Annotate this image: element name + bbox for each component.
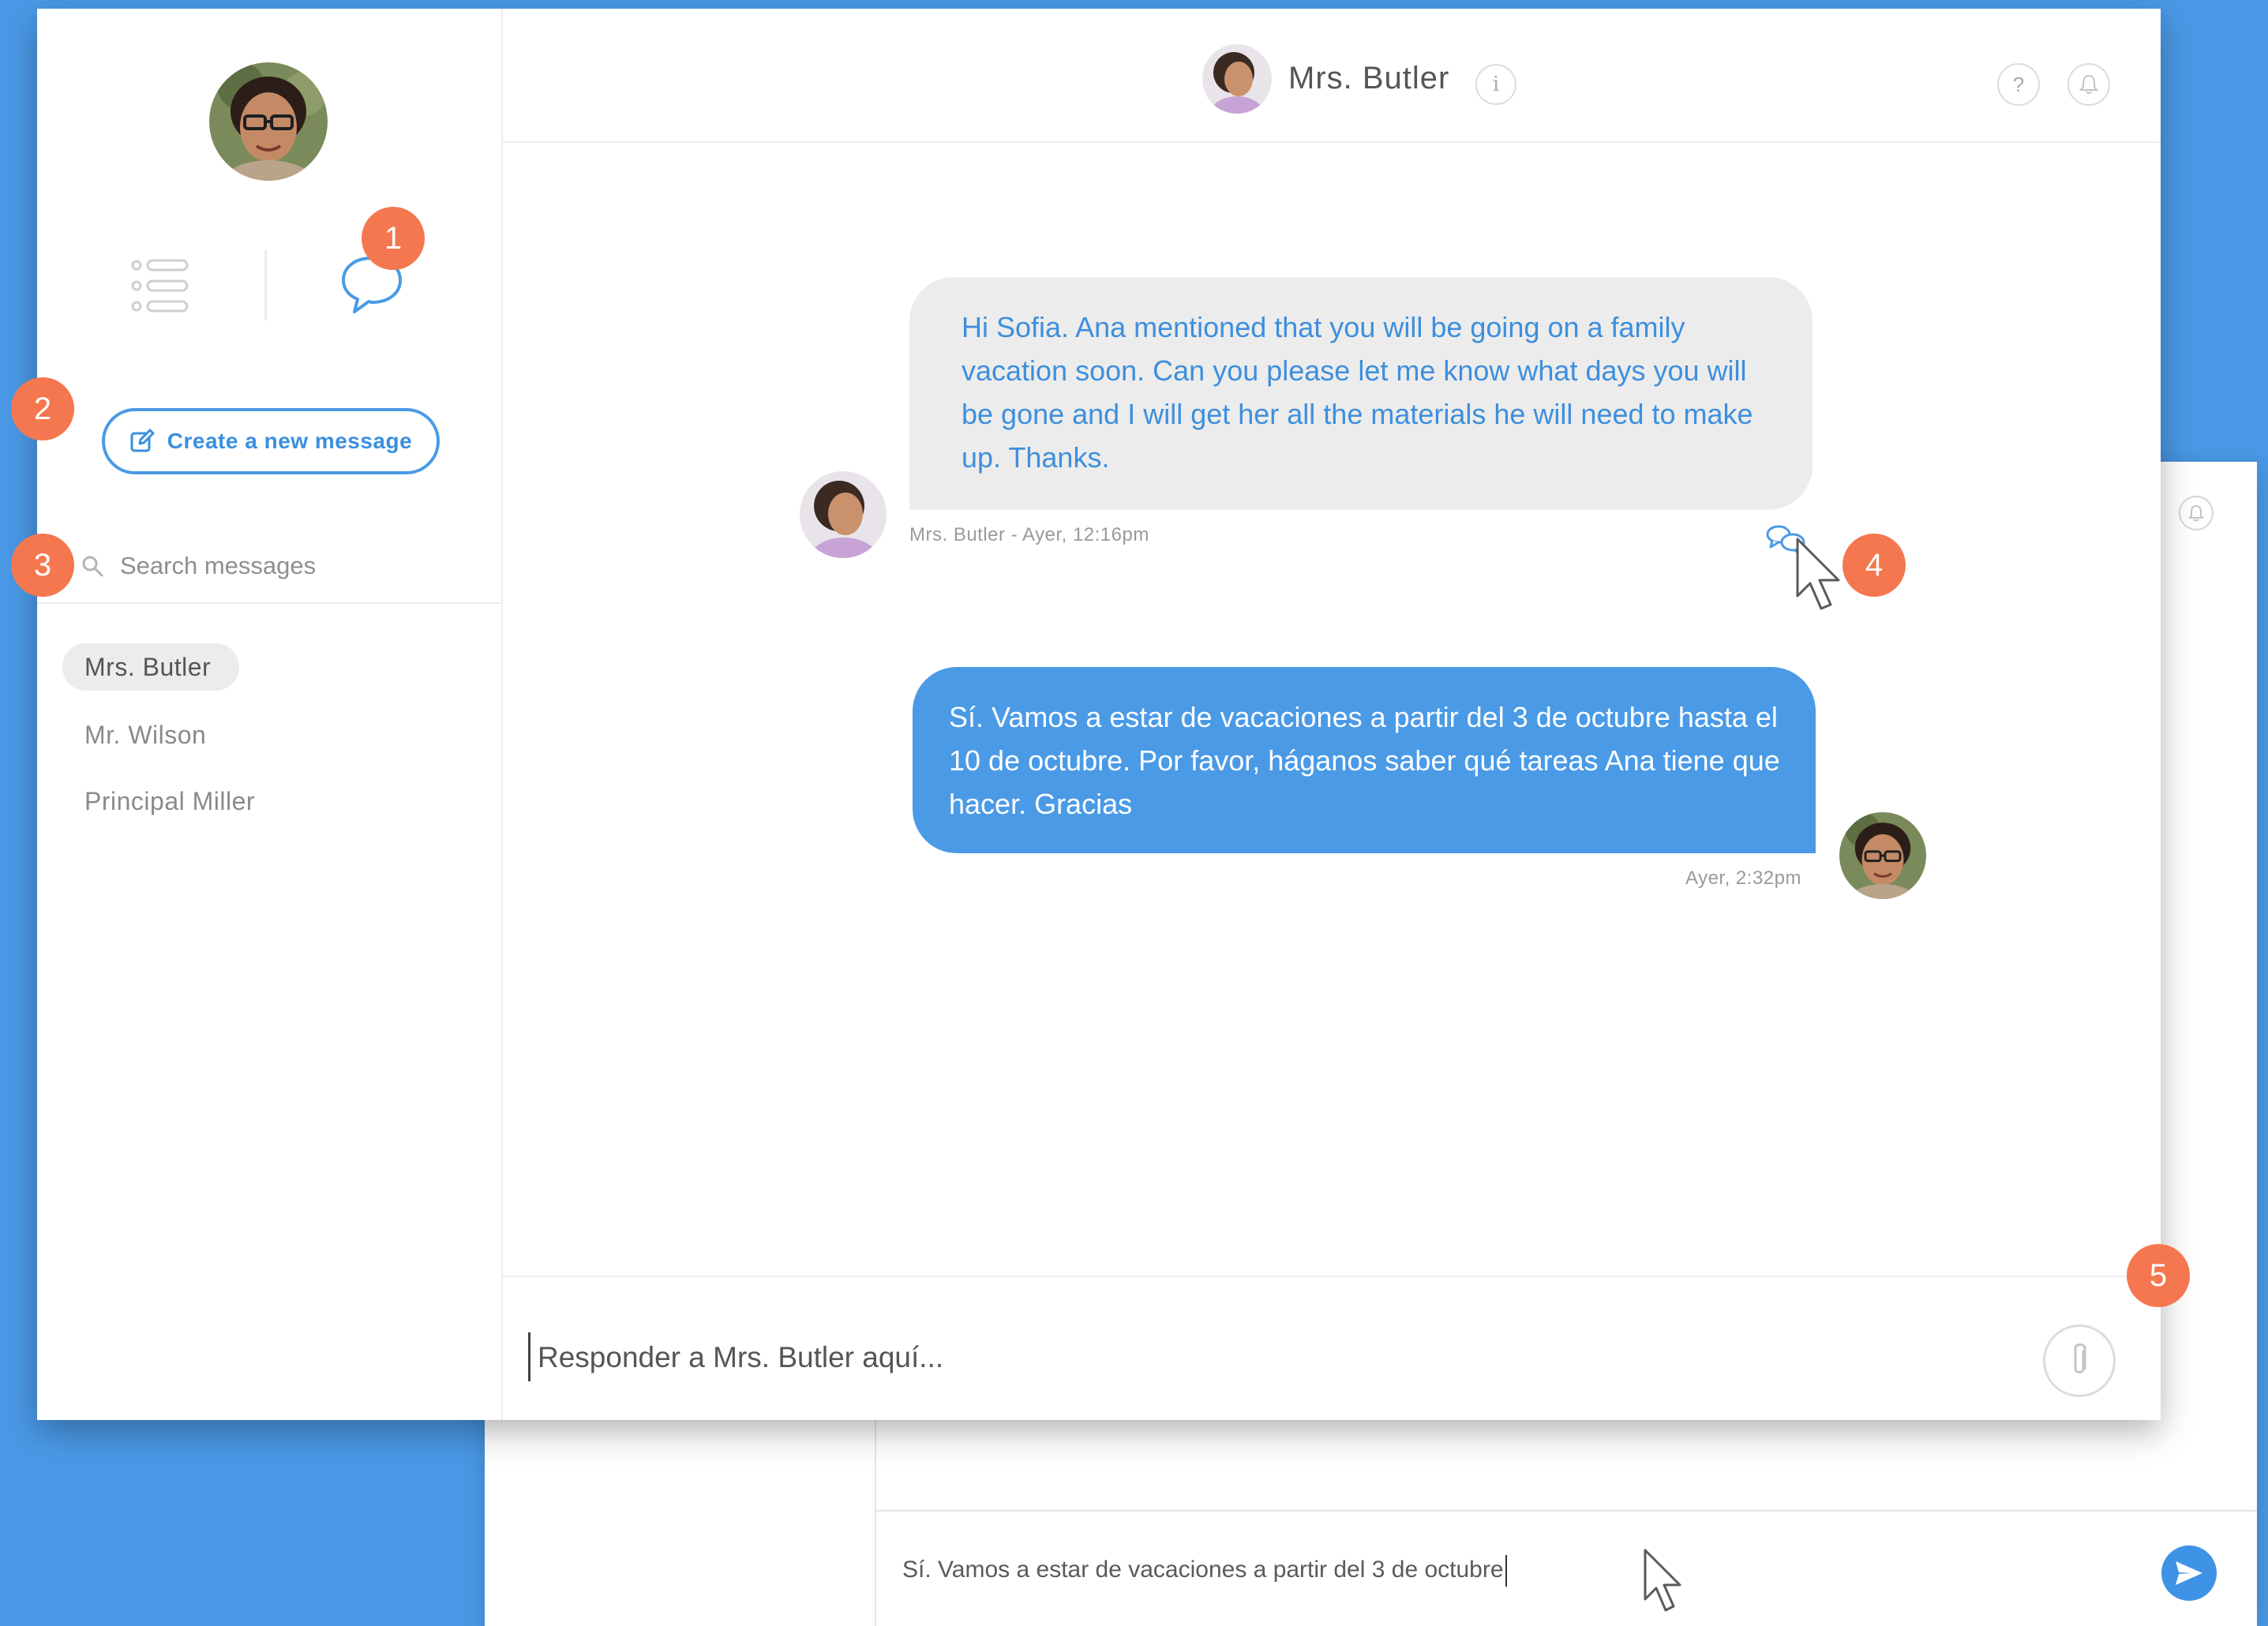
bell-icon[interactable]: [2067, 63, 2110, 106]
user-avatar[interactable]: [209, 62, 328, 181]
sidebar-divider: [37, 602, 501, 604]
send-icon: [2176, 1561, 2202, 1585]
search-icon: [82, 556, 103, 577]
contact-mrs-butler[interactable]: Mrs. Butler: [62, 643, 240, 691]
nav-separator: [264, 249, 267, 320]
main-window: Create a new message Mrs. Butler Mr. Wil…: [37, 9, 2161, 1420]
reply-input[interactable]: [536, 1329, 2039, 1386]
contact-avatar[interactable]: [1202, 44, 1272, 114]
paperclip-icon: [2074, 1343, 2086, 1373]
message-text: Sí. Vamos a estar de vacaciones a partir…: [949, 701, 1780, 820]
text-caret: [528, 1332, 530, 1381]
message-timestamp: Mrs. Butler - Ayer, 12:16pm: [909, 524, 1149, 545]
callout-badge-4: 4: [1843, 534, 1906, 597]
contact-name: Mrs. Butler: [84, 652, 212, 681]
sender-avatar: [800, 471, 887, 558]
outgoing-message-bubble[interactable]: Sí. Vamos a estar de vacaciones a partir…: [913, 667, 1816, 853]
contact-mr-wilson[interactable]: Mr. Wilson: [62, 711, 234, 759]
message-timestamp: Ayer, 2:32pm: [1685, 867, 1801, 889]
search-input[interactable]: [118, 551, 453, 581]
mouse-cursor-icon: [1794, 536, 1845, 619]
send-button[interactable]: [2161, 1545, 2217, 1601]
contact-name: Mr. Wilson: [84, 720, 207, 749]
help-label: ?: [2012, 72, 2025, 96]
message-composer: [503, 1276, 2161, 1420]
search-bar: [81, 542, 491, 590]
background-divider-vertical: [875, 1409, 876, 1626]
create-new-message-label: Create a new message: [167, 429, 413, 453]
contact-principal-miller[interactable]: Principal Miller: [62, 777, 283, 825]
edit-icon: [130, 429, 155, 452]
background-composer-text: Sí. Vamos a estar de vacaciones a partir…: [902, 1556, 1504, 1583]
sidebar: Create a new message Mrs. Butler Mr. Wil…: [37, 9, 503, 1420]
background-bell-icon[interactable]: [2179, 496, 2214, 530]
background-composer-input[interactable]: Sí. Vamos a estar de vacaciones a partir…: [902, 1555, 1507, 1587]
mouse-cursor-icon: [1642, 1547, 1686, 1619]
callout-badge-2: 2: [11, 377, 74, 440]
background-divider-horizontal: [875, 1510, 2257, 1512]
user-avatar-small: [1839, 812, 1926, 899]
info-label: i: [1492, 73, 1500, 96]
incoming-message-bubble[interactable]: Hi Sofia. Ana mentioned that you will be…: [909, 277, 1813, 510]
callout-badge-3: 3: [11, 534, 74, 597]
chat-title: Mrs. Butler: [1288, 61, 1450, 96]
contact-name: Principal Miller: [84, 786, 256, 815]
background-text-caret: [1505, 1555, 1507, 1587]
chat-header: Mrs. Butler i ?: [503, 9, 2161, 143]
callout-badge-5: 5: [2127, 1244, 2190, 1307]
info-icon[interactable]: i: [1475, 64, 1516, 105]
attach-button[interactable]: [2043, 1324, 2116, 1397]
list-icon[interactable]: [130, 258, 190, 313]
message-text: Hi Sofia. Ana mentioned that you will be…: [962, 311, 1753, 474]
create-new-message-button[interactable]: Create a new message: [102, 408, 440, 474]
callout-badge-1: 1: [362, 207, 425, 270]
help-icon[interactable]: ?: [1997, 63, 2040, 106]
